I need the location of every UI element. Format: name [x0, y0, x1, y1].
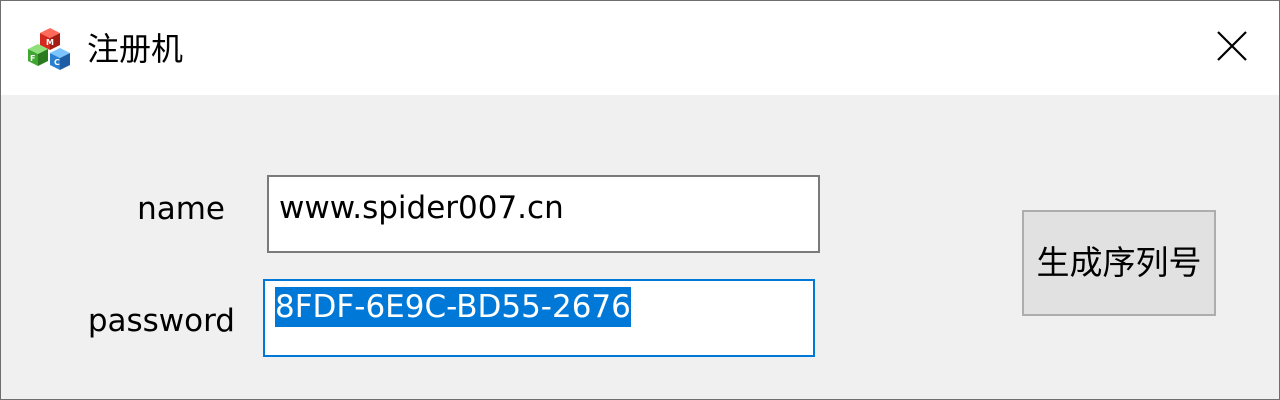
- title-bar[interactable]: M F C 注册机: [1, 1, 1279, 95]
- svg-text:F: F: [30, 54, 35, 63]
- password-field-value: 8FDF-6E9C-BD55-2676: [275, 287, 631, 327]
- generate-serial-button[interactable]: 生成序列号: [1022, 210, 1216, 316]
- name-field-value: www.spider007.cn: [279, 190, 564, 226]
- password-label: password: [87, 303, 235, 339]
- close-button[interactable]: [1185, 1, 1279, 95]
- svg-text:C: C: [54, 58, 60, 67]
- svg-text:M: M: [46, 38, 54, 47]
- password-field[interactable]: 8FDF-6E9C-BD55-2676: [263, 279, 815, 357]
- window-title: 注册机: [87, 30, 184, 68]
- name-field[interactable]: www.spider007.cn: [267, 175, 820, 253]
- dialog-client-area: name www.spider007.cn password 8FDF-6E9C…: [1, 95, 1279, 399]
- dialog-window: M F C 注册机 name www.spider007.cn password…: [0, 0, 1280, 400]
- mfc-app-icon: M F C: [25, 25, 75, 75]
- close-icon: [1216, 30, 1248, 66]
- name-label: name: [137, 191, 225, 227]
